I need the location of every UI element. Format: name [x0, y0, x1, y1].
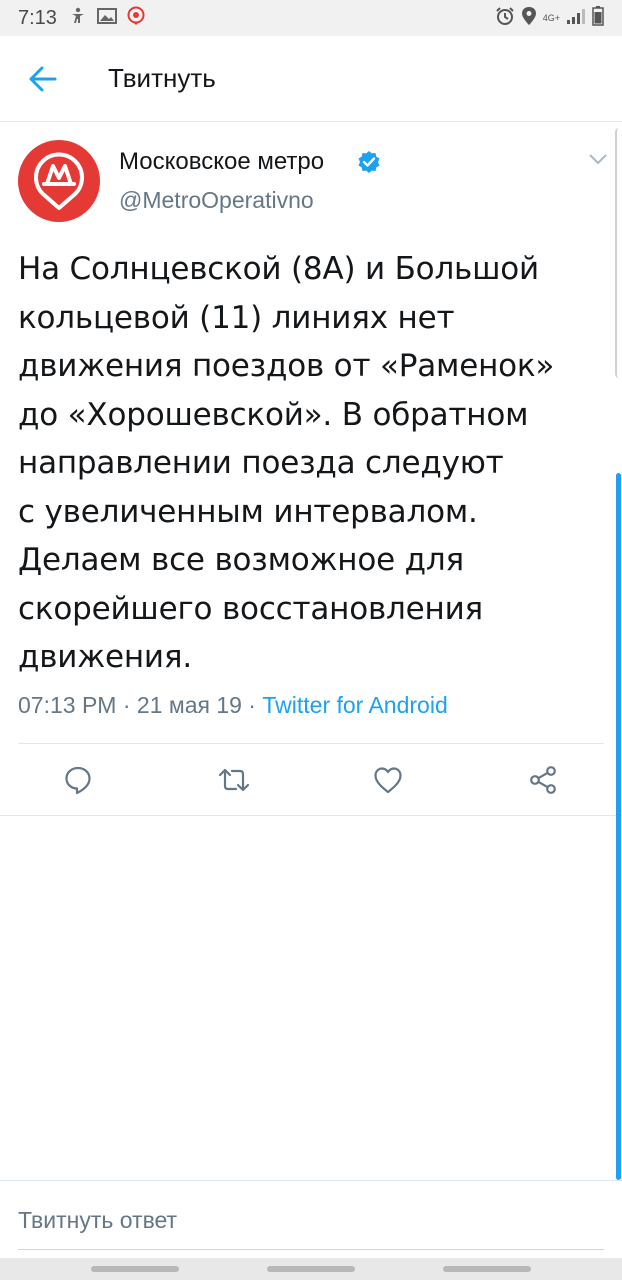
moscow-metro-logo-icon: [34, 152, 84, 210]
retweet-button[interactable]: [214, 760, 254, 800]
system-nav-bar: [0, 1258, 622, 1280]
share-button[interactable]: [523, 760, 563, 800]
tweet-meta: 07:13 PM · 21 мая 19 · Twitter for Andro…: [18, 692, 448, 719]
nav-home-button[interactable]: [267, 1266, 355, 1272]
signal-icon: [566, 7, 586, 29]
divider: [0, 815, 622, 816]
meta-separator: ·: [116, 692, 137, 718]
arrow-left-icon: [29, 66, 57, 91]
tweet-text: На Солнцевской (8А) и Большой кольцевой …: [18, 245, 604, 682]
meta-separator: ·: [241, 692, 263, 718]
tweet-text-line: движения поездов от «Раменок»: [18, 348, 555, 384]
author-handle[interactable]: @MetroOperativno: [119, 187, 314, 214]
page-title: Твитнуть: [108, 63, 216, 93]
tweet-actions: [0, 746, 622, 814]
reply-input[interactable]: Твитнуть ответ: [18, 1207, 177, 1234]
tweet-text-line: направлении поезда следуют: [18, 445, 504, 481]
nav-recents-button[interactable]: [91, 1266, 179, 1272]
like-icon: [374, 767, 402, 794]
tweet-text-line: На Солнцевской (8А) и Большой: [18, 251, 540, 287]
tweet-text-line: Делаем все возможное для: [18, 542, 464, 578]
alarm-icon: [495, 6, 515, 30]
back-button[interactable]: [0, 36, 86, 122]
tweet-date: 21 мая 19: [136, 692, 242, 718]
status-time: 7:13: [18, 6, 57, 29]
tweet-text-line: движения.: [18, 639, 192, 675]
status-left-icons: [69, 6, 145, 30]
scroll-edge-hint: [615, 128, 622, 378]
app-bar: Твитнуть: [0, 36, 622, 122]
like-button[interactable]: [368, 760, 408, 800]
verified-badge-icon: [357, 150, 381, 178]
tweet-text-line: скорейшего восстановления: [18, 590, 484, 627]
status-bar: 7:13 4G+: [0, 0, 622, 36]
nav-back-button[interactable]: [443, 1266, 531, 1272]
tweet-time: 07:13 PM: [18, 692, 117, 718]
battery-icon: [592, 6, 604, 30]
reply-input-underline: [18, 1249, 604, 1250]
author-name[interactable]: Московское метро: [119, 148, 324, 176]
reply-button[interactable]: [58, 760, 98, 800]
tweet-header: Московское метро @MetroOperativno: [18, 140, 608, 224]
chevron-down-icon[interactable]: [588, 150, 608, 169]
avatar[interactable]: [18, 140, 100, 222]
divider: [18, 743, 604, 744]
location-icon: [521, 6, 537, 30]
status-right-icons: 4G+: [495, 6, 604, 30]
tweet-text-line: с увеличенным интервалом.: [18, 493, 478, 530]
image-icon: [96, 7, 117, 29]
retweet-icon: [218, 768, 250, 792]
shield-app-icon: [127, 6, 145, 30]
reply-bar: Твитнуть ответ: [0, 1180, 622, 1258]
network-type: 4G+: [542, 12, 560, 23]
scrollbar[interactable]: [616, 473, 621, 1180]
accessibility-icon: [69, 7, 87, 29]
share-icon: [530, 766, 556, 794]
tweet-text-line: кольцевой (11) линиях нет: [18, 299, 455, 336]
tweet-source-link[interactable]: Twitter for Android: [262, 692, 447, 718]
tweet-text-line: до «Хорошевской». В обратном: [18, 396, 529, 433]
reply-icon: [65, 766, 91, 795]
